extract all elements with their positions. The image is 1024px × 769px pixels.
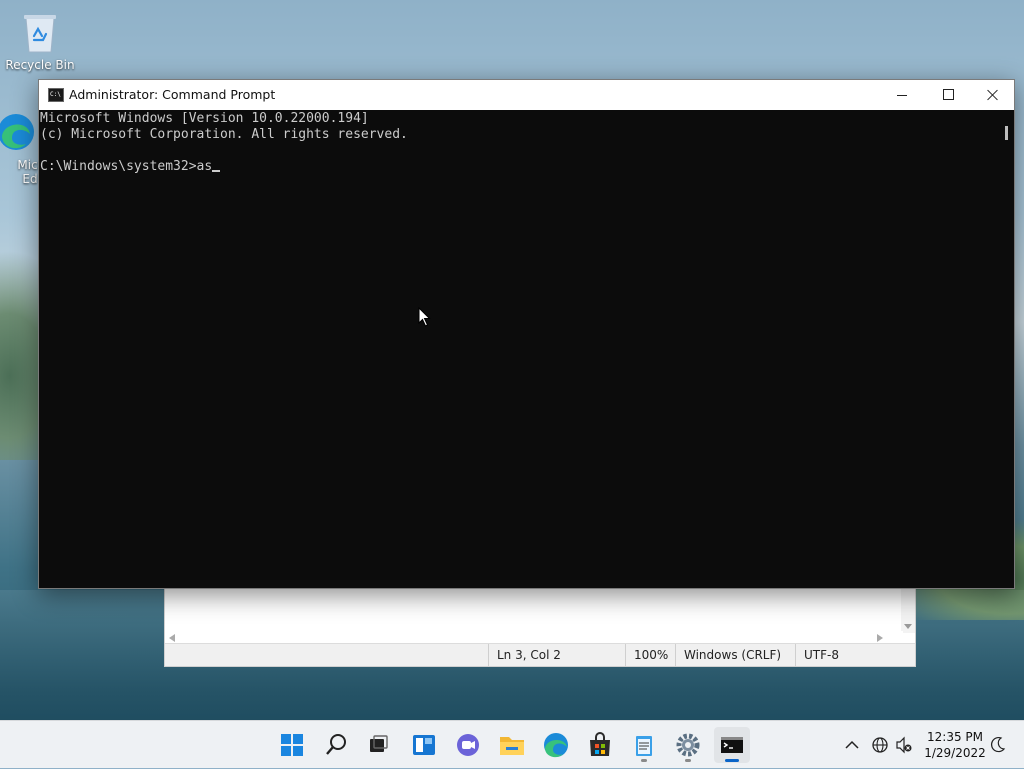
notepad-vertical-scrollbar[interactable]	[901, 587, 915, 633]
chat-icon	[457, 734, 479, 756]
scrollbar-thumb[interactable]	[1005, 126, 1008, 140]
file-explorer-button[interactable]	[494, 727, 530, 763]
close-button[interactable]	[970, 80, 1016, 110]
status-zoom: 100%	[625, 644, 675, 666]
edge-icon	[0, 114, 34, 150]
network-globe-icon[interactable]	[870, 721, 890, 769]
focus-assist-moon-icon[interactable]	[988, 721, 1008, 769]
notepad-status-bar: Ln 3, Col 2 100% Windows (CRLF) UTF-8	[165, 643, 915, 666]
scroll-down-arrow-icon[interactable]	[904, 624, 912, 629]
scroll-left-arrow-icon[interactable]	[169, 634, 175, 642]
console-line: (c) Microsoft Corporation. All rights re…	[40, 127, 408, 142]
volume-muted-icon[interactable]	[894, 721, 914, 769]
taskbar: 12:35 PM 1/29/2022	[0, 720, 1024, 768]
recycle-bin-label: Recycle Bin	[5, 58, 75, 72]
settings-icon	[676, 733, 700, 757]
start-icon	[281, 734, 303, 756]
console-scrollbar[interactable]	[999, 110, 1014, 588]
edge-button[interactable]	[538, 727, 574, 763]
console-line: Microsoft Windows [Version 10.0.22000.19…	[40, 111, 369, 126]
store-button[interactable]	[582, 727, 618, 763]
terminal-button[interactable]	[714, 727, 750, 763]
widgets-icon	[413, 735, 435, 755]
recycle-bin-icon	[24, 15, 56, 53]
chat-button[interactable]	[450, 727, 486, 763]
clock-date: 1/29/2022	[924, 746, 986, 760]
search-icon	[326, 734, 346, 755]
task-view-button[interactable]	[360, 727, 396, 763]
status-line-ending: Windows (CRLF)	[675, 644, 795, 666]
running-indicator	[641, 759, 647, 762]
widgets-button[interactable]	[406, 727, 442, 763]
command-prompt-window[interactable]: C:\ Administrator: Command Prompt Micros…	[38, 79, 1015, 589]
terminal-icon	[721, 737, 743, 753]
console-prompt-line: C:\Windows\system32>as	[40, 159, 1001, 175]
show-hidden-icons-chevron-up-icon[interactable]	[842, 721, 862, 769]
settings-button[interactable]	[670, 727, 706, 763]
running-indicator	[685, 759, 691, 762]
mouse-pointer-icon	[418, 307, 431, 327]
title-bar[interactable]: C:\ Administrator: Command Prompt	[39, 80, 1014, 110]
status-encoding: UTF-8	[795, 644, 915, 666]
edge-icon	[544, 733, 568, 758]
window-title: Administrator: Command Prompt	[69, 87, 276, 102]
minimize-icon	[897, 95, 907, 96]
search-button[interactable]	[318, 727, 354, 763]
store-icon	[590, 732, 610, 756]
scroll-right-arrow-icon[interactable]	[877, 634, 883, 642]
task-view-icon	[370, 735, 388, 752]
console-output[interactable]: Microsoft Windows [Version 10.0.22000.19…	[39, 110, 1001, 588]
notepad-icon	[636, 736, 652, 756]
desktop-icon-recycle-bin[interactable]: Recycle Bin	[2, 10, 78, 72]
maximize-icon	[943, 89, 954, 100]
taskbar-clock[interactable]: 12:35 PM 1/29/2022	[920, 729, 990, 761]
start-button[interactable]	[274, 727, 310, 763]
text-cursor	[212, 170, 221, 172]
cmd-app-icon: C:\	[48, 88, 64, 102]
file-explorer-icon	[500, 737, 524, 755]
active-indicator	[725, 759, 739, 762]
clock-time: 12:35 PM	[927, 730, 983, 744]
notepad-window[interactable]: Ln 3, Col 2 100% Windows (CRLF) UTF-8	[164, 586, 916, 667]
minimize-button[interactable]	[880, 80, 926, 110]
notepad-button[interactable]	[626, 727, 662, 763]
maximize-button[interactable]	[926, 80, 972, 110]
console-prompt-text: C:\Windows\system32>as	[40, 159, 213, 174]
status-cursor-position: Ln 3, Col 2	[488, 644, 625, 666]
